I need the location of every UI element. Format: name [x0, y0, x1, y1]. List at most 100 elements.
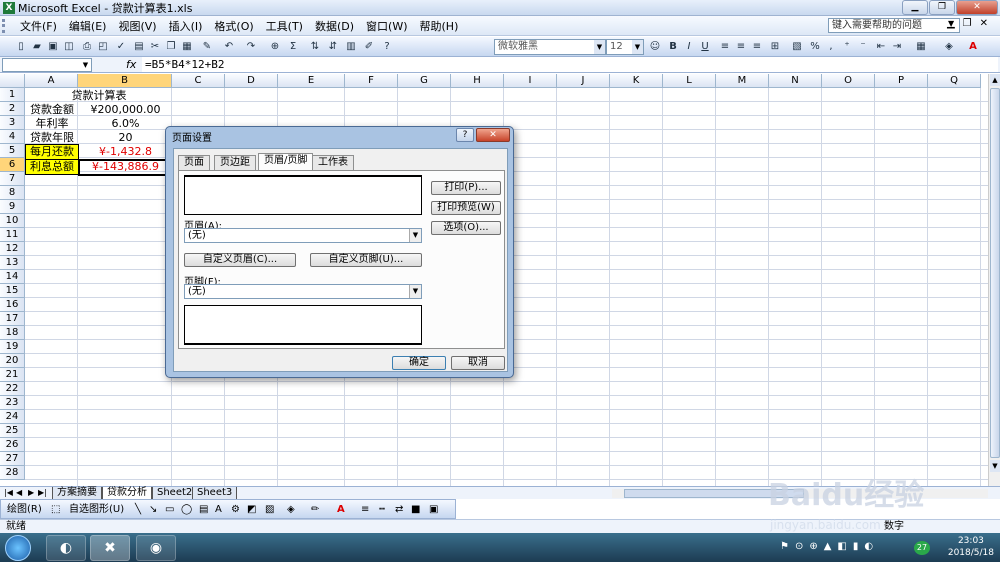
name-box[interactable]: ▼	[2, 58, 92, 72]
formula-input[interactable]: =B5*B4*12+B2	[142, 57, 998, 72]
column-header-e[interactable]: E	[278, 74, 345, 88]
arrow-icon[interactable]: ↘	[149, 503, 157, 517]
column-header-k[interactable]: K	[610, 74, 663, 88]
close-icon[interactable]: ✕	[476, 128, 510, 142]
row-header-28[interactable]: 28	[0, 466, 25, 480]
column-header-o[interactable]: O	[822, 74, 875, 88]
help-icon[interactable]: ?	[456, 128, 474, 142]
cell-a5[interactable]: 每月还款	[25, 144, 79, 160]
cell-a3[interactable]: 年利率	[26, 117, 78, 131]
increase-indent-icon[interactable]: ⇥	[890, 40, 904, 54]
row-header-23[interactable]: 23	[0, 396, 25, 410]
scroll-thumb[interactable]	[990, 88, 1000, 458]
fill-color-icon[interactable]: ◈	[942, 40, 956, 54]
column-header-q[interactable]: Q	[928, 74, 981, 88]
column-header-g[interactable]: G	[398, 74, 451, 88]
cell-a1-title[interactable]: 贷款计算表	[26, 89, 172, 103]
menu-tools[interactable]: 工具(T)	[260, 18, 309, 34]
merge-center-icon[interactable]: ⊞	[768, 40, 782, 54]
line-style-icon[interactable]: ≡	[361, 503, 369, 517]
clipart-icon[interactable]: ◩	[247, 503, 256, 517]
clock[interactable]: 23:03 2018/5/18	[948, 535, 994, 559]
format-painter-icon[interactable]: ✎	[200, 40, 214, 54]
scroll-down-icon[interactable]: ▼	[990, 460, 1000, 472]
align-right-icon[interactable]: ≡	[750, 40, 764, 54]
cell-a2[interactable]: 贷款金额	[26, 103, 78, 117]
increase-decimal-icon[interactable]: ⁺	[840, 40, 854, 54]
print-icon[interactable]: ⎙	[80, 40, 94, 54]
font-size-select[interactable]: 12 ▼	[606, 39, 644, 55]
options-button[interactable]: 选项(O)...	[431, 221, 501, 235]
chevron-down-icon[interactable]: ▼	[409, 229, 421, 242]
cell-b3[interactable]: 6.0%	[79, 117, 172, 131]
cell-b2[interactable]: ¥200,000.00	[79, 103, 172, 117]
column-header-l[interactable]: L	[663, 74, 716, 88]
row-header-11[interactable]: 11	[0, 228, 25, 242]
row-header-19[interactable]: 19	[0, 340, 25, 354]
row-header-20[interactable]: 20	[0, 354, 25, 368]
row-header-14[interactable]: 14	[0, 270, 25, 284]
drawing-icon[interactable]: ✐	[362, 40, 376, 54]
row-header-18[interactable]: 18	[0, 326, 25, 340]
row-header-3[interactable]: 3	[0, 116, 25, 130]
maximize-button[interactable]: ❐	[929, 0, 955, 15]
cell-a6[interactable]: 利息总额	[25, 159, 79, 175]
column-header-n[interactable]: N	[769, 74, 822, 88]
chevron-down-icon[interactable]: ▼	[594, 40, 605, 54]
open-folder-icon[interactable]: ▰	[30, 40, 44, 54]
autosum-icon[interactable]: Σ	[286, 40, 300, 54]
draw-menu-button[interactable]: 绘图(R)	[7, 503, 42, 517]
sort-ascending-icon[interactable]: ⇅	[308, 40, 322, 54]
column-header-d[interactable]: D	[225, 74, 278, 88]
select-objects-icon[interactable]: ⬚	[51, 503, 60, 517]
print-preview-button[interactable]: 打印预览(W)	[431, 201, 501, 215]
chevron-down-icon[interactable]: ▼	[80, 59, 91, 71]
menu-grip[interactable]	[2, 18, 14, 33]
undo-icon[interactable]: ↶	[222, 40, 236, 54]
paste-icon[interactable]: ▦	[180, 40, 194, 54]
save-icon[interactable]: ▣	[46, 40, 60, 54]
row-header-27[interactable]: 27	[0, 452, 25, 466]
wordart-icon[interactable]: A	[215, 503, 222, 517]
print-button[interactable]: 打印(P)...	[431, 181, 501, 195]
media-player-icon[interactable]: ◐	[46, 535, 86, 561]
dash-style-icon[interactable]: ┅	[379, 503, 385, 517]
vertical-scrollbar[interactable]: ▲ ▼	[988, 74, 1000, 486]
tab-margins[interactable]: 页边距	[214, 155, 256, 170]
prev-sheet-icon[interactable]: ◀	[16, 487, 22, 499]
row-header-5[interactable]: 5	[0, 144, 25, 158]
percent-icon[interactable]: %	[808, 40, 822, 54]
menu-insert[interactable]: 插入(I)	[163, 18, 209, 34]
close-button[interactable]: ✕	[956, 0, 998, 15]
research-icon[interactable]: ▤	[132, 40, 146, 54]
font-color-icon[interactable]: A	[966, 40, 980, 54]
row-header-16[interactable]: 16	[0, 298, 25, 312]
line-icon[interactable]: ╲	[135, 503, 141, 517]
menu-data[interactable]: 数据(D)	[309, 18, 360, 34]
underline-icon[interactable]: U	[698, 40, 712, 54]
tray-icons[interactable]: ⚑⊙⊕▲◧▮◐	[780, 541, 879, 552]
menu-format[interactable]: 格式(O)	[208, 18, 259, 34]
column-header-b[interactable]: B	[78, 74, 172, 88]
cell-a4[interactable]: 贷款年限	[26, 131, 78, 145]
cancel-button[interactable]: 取消	[451, 356, 505, 370]
scroll-up-icon[interactable]: ▲	[990, 74, 1000, 86]
first-sheet-icon[interactable]: |◀	[4, 487, 13, 499]
ok-button[interactable]: 确定	[392, 356, 446, 370]
chevron-down-icon[interactable]: ▼	[632, 40, 643, 54]
row-header-8[interactable]: 8	[0, 186, 25, 200]
row-header-10[interactable]: 10	[0, 214, 25, 228]
row-header-7[interactable]: 7	[0, 172, 25, 186]
tab-header-footer[interactable]: 页眉/页脚	[258, 153, 314, 171]
row-header-22[interactable]: 22	[0, 382, 25, 396]
tab-page[interactable]: 页面	[178, 155, 210, 170]
row-header-1[interactable]: 1	[0, 88, 25, 102]
tab-sheet[interactable]: 工作表	[312, 155, 354, 170]
menu-edit[interactable]: 编辑(E)	[63, 18, 113, 34]
currency-icon[interactable]: ▧	[790, 40, 804, 54]
row-header-4[interactable]: 4	[0, 130, 25, 144]
help-icon[interactable]: ?	[380, 40, 394, 54]
column-header-m[interactable]: M	[716, 74, 769, 88]
row-header-21[interactable]: 21	[0, 368, 25, 382]
oval-icon[interactable]: ◯	[181, 503, 192, 517]
